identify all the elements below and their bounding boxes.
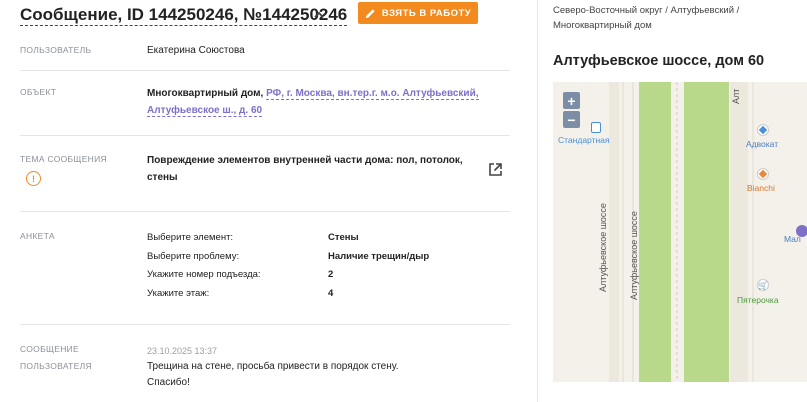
page-title[interactable]: Сообщение, ID 144250246, №144250246 <box>20 5 348 26</box>
survey-question: Укажите номер подъезда: <box>147 269 261 280</box>
take-to-work-label: ВЗЯТЬ В РАБОТУ <box>381 7 472 19</box>
bianchi-label: Bianchi <box>747 183 775 193</box>
shop-icon[interactable] <box>757 168 769 180</box>
survey-question: Выберите элемент: <box>147 232 234 243</box>
survey-answer: Стены <box>328 232 359 243</box>
metro-icon <box>591 122 601 133</box>
survey-question: Выберите проблему: <box>147 251 240 262</box>
message-text-line2: Спасибо! <box>147 377 190 388</box>
message-details-panel <box>0 0 530 402</box>
object-value: Многоквартирный дом, РФ, г. Москва, вн.т… <box>147 85 479 119</box>
zoom-in-button[interactable]: + <box>563 92 580 109</box>
object-address-link-2[interactable]: Алтуфьевское ш., д. 60 <box>147 105 263 117</box>
road-label: Алтуфьевское шоссе <box>629 211 639 300</box>
lawyer-label: Адвокат <box>746 139 779 149</box>
user-value: Екатерина Союстова <box>147 45 245 56</box>
road-label: Алт <box>731 88 741 104</box>
survey-question: Укажите этаж: <box>147 288 210 299</box>
user-label: ПОЛЬЗОВАТЕЛЬ <box>20 45 92 55</box>
pyaterochka-label: Пятерочка <box>737 295 779 305</box>
message-label-line1: СООБЩЕНИЕ <box>20 344 80 354</box>
take-to-work-button[interactable]: ВЗЯТЬ В РАБОТУ <box>358 2 478 24</box>
survey-answer: 4 <box>328 288 334 299</box>
topic-value-line2: стены <box>147 172 178 183</box>
survey-answer: 2 <box>328 269 334 280</box>
message-text-line1: Трещина на стене, просьба привести в пор… <box>147 361 399 372</box>
map[interactable]: + − Стандартная Алтуфьевское шоссе Алтуф… <box>553 82 807 382</box>
breadcrumb: Северо-Восточный округ / Алтуфьевский / … <box>553 3 803 33</box>
chevron-up-icon[interactable] <box>312 8 326 22</box>
message-label: СООБЩЕНИЕ ПОЛЬЗОВАТЕЛЯ <box>20 343 92 377</box>
object-type: Многоквартирный дом, <box>147 88 264 99</box>
panel-divider <box>537 0 538 402</box>
separator <box>20 211 510 212</box>
separator <box>20 324 510 325</box>
breadcrumb-line1: Северо-Восточный округ / Алтуфьевский / <box>553 5 740 16</box>
address-title: Алтуфьевское шоссе, дом 60 <box>553 53 765 69</box>
topic-value-line1: Повреждение элементов внутренней части д… <box>147 155 463 166</box>
message-text: Трещина на стене, просьба привести в пор… <box>147 359 447 391</box>
survey-answer: Наличие трещин/дыр <box>328 251 430 262</box>
object-address-link-1[interactable]: РФ, г. Москва, вн.тер.г. м.о. Алтуфьевск… <box>266 88 479 100</box>
lawyer-icon[interactable] <box>757 124 769 136</box>
warning-icon: ! <box>26 171 41 186</box>
object-label: ОБЪЕКТ <box>20 87 57 97</box>
metro-label: Стандартная <box>558 135 610 145</box>
breadcrumb-line2: Многоквартирный дом <box>553 20 652 31</box>
survey-label: АНКЕТА <box>20 231 55 241</box>
message-date: 23.10.2025 13:37 <box>147 346 218 356</box>
cart-icon[interactable]: 🛒 <box>757 279 769 291</box>
separator <box>20 70 510 71</box>
poi-label-cut: Мал <box>784 234 801 244</box>
pencil-icon <box>365 8 375 18</box>
zoom-out-button[interactable]: − <box>563 111 580 128</box>
separator <box>20 135 510 136</box>
topic-value: Повреждение элементов внутренней части д… <box>147 152 463 186</box>
message-label-line2: ПОЛЬЗОВАТЕЛЯ <box>20 361 92 371</box>
road-label: Алтуфьевское шоссе <box>598 203 608 292</box>
topic-label: ТЕМА СООБЩЕНИЯ <box>20 154 107 164</box>
external-link-icon[interactable] <box>488 162 503 177</box>
